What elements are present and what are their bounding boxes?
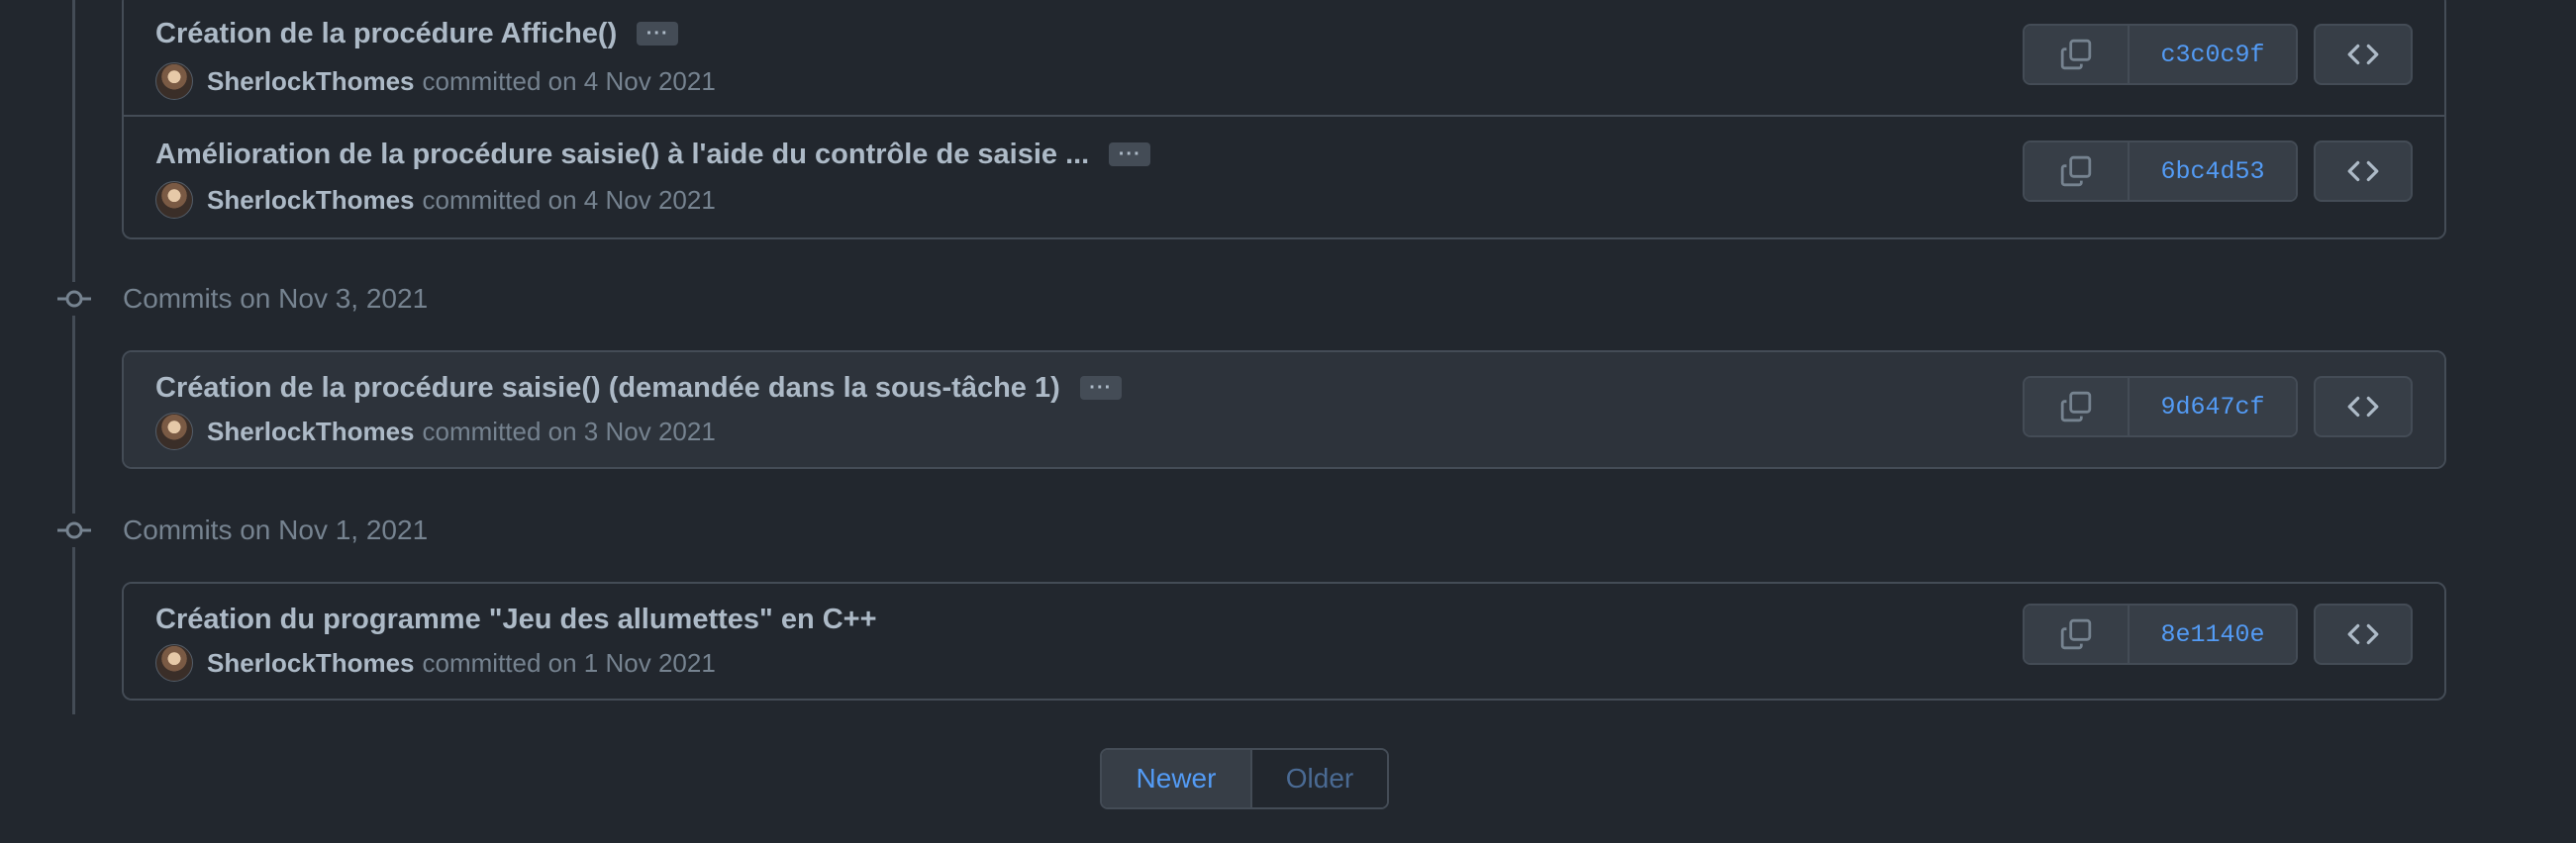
- commit-message[interactable]: Création de la procédure saisie() (deman…: [155, 372, 1060, 405]
- commit-message[interactable]: Création du programme "Jeu des allumette…: [155, 604, 877, 636]
- avatar[interactable]: [155, 644, 193, 682]
- browse-repository-button[interactable]: [2314, 140, 2413, 202]
- commit-sha-link[interactable]: 9d647cf: [2130, 378, 2296, 435]
- copy-icon: [2060, 39, 2092, 70]
- commit-group-box: Création de la procédure saisie() (deman…: [122, 350, 2446, 469]
- commit-sha-link[interactable]: 6bc4d53: [2130, 142, 2296, 200]
- commit-row: Création du programme "Jeu des allumette…: [124, 584, 2444, 699]
- commit-group-header: Commits on Nov 1, 2021: [57, 511, 428, 550]
- commit-group-date: Commits on Nov 1, 2021: [123, 515, 429, 545]
- commit-group-date: Commits on Nov 3, 2021: [123, 283, 429, 314]
- pagination: Newer Older: [1100, 748, 1389, 809]
- commit-history-page: Création de la procédure Affiche() ··· S…: [0, 0, 2576, 843]
- code-icon: [2347, 160, 2379, 182]
- code-icon: [2347, 623, 2379, 645]
- commit-sha-link[interactable]: 8e1140e: [2130, 606, 2296, 663]
- sha-button-group: 6bc4d53: [2023, 140, 2298, 202]
- copy-sha-button[interactable]: [2025, 378, 2130, 435]
- sha-button-group: c3c0c9f: [2023, 24, 2298, 85]
- commit-author[interactable]: SherlockThomes: [207, 648, 415, 679]
- git-commit-icon: [57, 282, 91, 316]
- commit-group-box: Création du programme "Jeu des allumette…: [122, 582, 2446, 701]
- commit-author[interactable]: SherlockThomes: [207, 66, 415, 97]
- commit-sha-link[interactable]: c3c0c9f: [2130, 26, 2296, 83]
- commit-date: committed on 4 Nov 2021: [422, 184, 716, 215]
- code-icon: [2347, 44, 2379, 65]
- commit-row: Création de la procédure Affiche() ··· S…: [124, 0, 2444, 115]
- commit-group-box: Création de la procédure Affiche() ··· S…: [122, 0, 2446, 239]
- copy-sha-button[interactable]: [2025, 606, 2130, 663]
- copy-icon: [2060, 391, 2092, 422]
- timeline-line: [72, 0, 75, 714]
- browse-repository-button[interactable]: [2314, 24, 2413, 85]
- commit-date: committed on 1 Nov 2021: [422, 647, 716, 678]
- commit-row: Amélioration de la procédure saisie() à …: [124, 115, 2444, 237]
- copy-sha-button[interactable]: [2025, 26, 2130, 83]
- commit-group-header: Commits on Nov 3, 2021: [57, 279, 428, 319]
- browse-repository-button[interactable]: [2314, 376, 2413, 437]
- expand-description-button[interactable]: ···: [637, 22, 679, 46]
- expand-description-button[interactable]: ···: [1079, 376, 1122, 400]
- commit-date: committed on 4 Nov 2021: [422, 65, 716, 96]
- commit-author[interactable]: SherlockThomes: [207, 185, 415, 216]
- commit-row: Création de la procédure saisie() (deman…: [124, 352, 2444, 467]
- avatar[interactable]: [155, 181, 193, 219]
- code-icon: [2347, 396, 2379, 418]
- commit-message[interactable]: Amélioration de la procédure saisie() à …: [155, 139, 1089, 171]
- commit-date: committed on 3 Nov 2021: [422, 416, 716, 446]
- expand-description-button[interactable]: ···: [1109, 142, 1151, 166]
- browse-repository-button[interactable]: [2314, 604, 2413, 665]
- commit-author[interactable]: SherlockThomes: [207, 417, 415, 447]
- copy-sha-button[interactable]: [2025, 142, 2130, 200]
- avatar[interactable]: [155, 413, 193, 450]
- sha-button-group: 8e1140e: [2023, 604, 2298, 665]
- older-button[interactable]: Older: [1252, 750, 1387, 807]
- copy-icon: [2060, 618, 2092, 650]
- git-commit-icon: [57, 514, 91, 547]
- avatar[interactable]: [155, 62, 193, 100]
- sha-button-group: 9d647cf: [2023, 376, 2298, 437]
- commit-message[interactable]: Création de la procédure Affiche(): [155, 18, 617, 50]
- copy-icon: [2060, 155, 2092, 187]
- newer-button[interactable]: Newer: [1102, 750, 1252, 807]
